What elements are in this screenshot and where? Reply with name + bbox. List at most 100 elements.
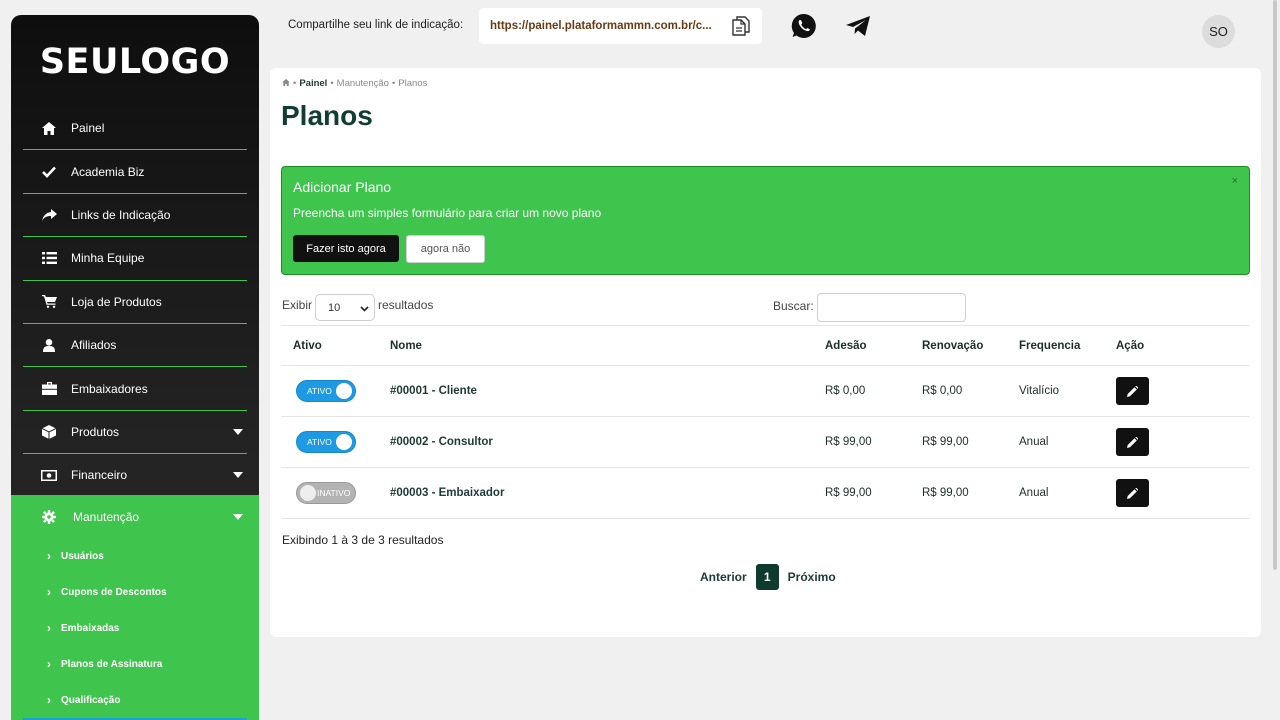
sidebar-menu: Painel Academia Biz Links de Indicação M… [11, 107, 259, 498]
table-row: INATIVO #00003 - Embaixador R$ 99,00 R$ … [281, 467, 1249, 519]
share-link-box[interactable]: https://painel.plataformammn.com.br/c... [479, 8, 762, 44]
gear-icon [41, 509, 57, 525]
user-icon [41, 337, 57, 353]
do-it-now-button[interactable]: Fazer isto agora [293, 235, 399, 262]
sidebar-subitem-label: Usuários [61, 550, 104, 562]
sidebar-item-financeiro[interactable]: Financeiro [23, 454, 247, 498]
chevron-right-icon: › [47, 657, 51, 671]
telegram-icon[interactable] [844, 12, 872, 40]
not-now-button[interactable]: agora não [406, 235, 485, 263]
page-title: Planos [281, 100, 373, 131]
plans-table: Ativo Nome Adesão Renovação Frequencia A… [281, 325, 1249, 519]
cell-renovacao: R$ 99,00 [910, 467, 1007, 519]
pagination: Anterior 1 Próximo [700, 564, 836, 590]
sidebar-item-academia-biz[interactable]: Academia Biz [23, 150, 247, 194]
toggle-label: ATIVO [307, 437, 332, 447]
share-label: Compartilhe seu link de indicação: [288, 19, 464, 31]
avatar[interactable]: SO [1202, 15, 1235, 48]
col-nome[interactable]: Nome [378, 325, 813, 366]
edit-button[interactable] [1116, 428, 1149, 456]
page-scrollbar[interactable] [1273, 0, 1277, 570]
sidebar-submenu: › Usuários › Cupons de Descontos › Embaixad… [11, 538, 259, 718]
search-label: Buscar: [773, 299, 814, 313]
sidebar-item-manutencao[interactable]: Manutenção [11, 495, 259, 538]
sidebar-subitem-qualificacao[interactable]: › Qualificação [11, 682, 259, 718]
chevron-down-icon[interactable] [233, 513, 243, 520]
breadcrumb-current: Planos [398, 78, 428, 89]
copy-icon[interactable] [732, 16, 750, 36]
sidebar-item-painel[interactable]: Painel [23, 107, 247, 151]
breadcrumb-painel[interactable]: Painel [299, 78, 327, 89]
cell-renovacao: R$ 0,00 [910, 365, 1007, 417]
sidebar-subitem-embaixadas[interactable]: › Embaixadas [11, 610, 259, 646]
toggle-knob [336, 383, 352, 399]
sidebar-item-label: Financeiro [71, 468, 128, 483]
cart-icon [41, 294, 57, 310]
list-icon [41, 250, 57, 266]
cell-renovacao: R$ 99,00 [910, 416, 1007, 468]
sidebar-subitem-label: Embaixadas [61, 622, 120, 634]
col-renovacao[interactable]: Renovação [910, 325, 1007, 366]
cell-status: ATIVO [281, 416, 378, 468]
sidebar: SEULOGO Painel Academia Biz Links de Ind… [11, 15, 259, 720]
table-info: Exibindo 1 à 3 de 3 resultados [282, 533, 444, 547]
sidebar-item-produtos[interactable]: Produtos [23, 411, 247, 455]
main-card: • Painel • Manutenção • Planos Planos Ad… [270, 68, 1261, 637]
chevron-right-icon: › [47, 585, 51, 599]
cell-adesao: R$ 99,00 [813, 416, 910, 468]
sidebar-item-loja-de-produtos[interactable]: Loja de Produtos [23, 281, 247, 324]
sidebar-subitem-planos-de-assinatura[interactable]: › Planos de Assinatura [11, 646, 259, 682]
sidebar-item-label: Manutenção [73, 509, 140, 524]
sidebar-item-label: Links de Indicação [71, 207, 171, 222]
sidebar-item-links-de-indicacao[interactable]: Links de Indicação [23, 194, 247, 238]
sidebar-item-afiliados[interactable]: Afiliados [23, 324, 247, 368]
page-number-button[interactable]: 1 [755, 564, 779, 590]
sidebar-subitem-cupons[interactable]: › Cupons de Descontos [11, 574, 259, 610]
sidebar-item-label: Produtos [71, 424, 120, 439]
toggle-label: ATIVO [307, 386, 332, 396]
page-size-select[interactable]: 10 [315, 294, 375, 321]
check-icon [41, 164, 57, 180]
status-toggle[interactable]: INATIVO [296, 482, 356, 504]
edit-button[interactable] [1116, 377, 1149, 405]
table-row: ATIVO #00002 - Consultor R$ 99,00 R$ 99,… [281, 416, 1249, 468]
breadcrumb-manutencao[interactable]: Manutenção [337, 78, 389, 89]
chevron-down-icon[interactable] [233, 472, 243, 479]
page-size-value: 10 [328, 301, 341, 314]
status-toggle[interactable]: ATIVO [296, 380, 356, 402]
breadcrumb-separator: • [330, 78, 334, 89]
col-adesao[interactable]: Adesão [813, 325, 910, 366]
pencil-icon [1127, 385, 1138, 397]
cell-name: #00003 - Embaixador [378, 467, 813, 519]
next-page-button[interactable]: Próximo [788, 570, 836, 584]
sidebar-item-embaixadores[interactable]: Embaixadores [23, 367, 247, 411]
col-frequencia[interactable]: Frequencia [1007, 325, 1104, 366]
sidebar-item-label: Minha Equipe [71, 251, 145, 266]
sidebar-subitem-label: Cupons de Descontos [61, 586, 167, 598]
whatsapp-icon[interactable] [790, 12, 818, 40]
share-icon [41, 207, 57, 223]
sidebar-subitem-usuarios[interactable]: › Usuários [11, 538, 259, 574]
sidebar-item-minha-equipe[interactable]: Minha Equipe [23, 237, 247, 281]
toggle-knob [300, 485, 316, 501]
edit-button[interactable] [1116, 479, 1149, 507]
share-link[interactable]: https://painel.plataformammn.com.br/c... [490, 20, 712, 32]
alert-text: Preencha um simples formulário para cria… [293, 206, 602, 220]
close-icon[interactable]: × [1232, 175, 1238, 187]
breadcrumb: • Painel • Manutenção • Planos [282, 78, 427, 89]
breadcrumb-separator: • [293, 78, 297, 89]
col-ativo[interactable]: Ativo [281, 325, 378, 366]
sidebar-subitem-label: Planos de Assinatura [61, 658, 163, 670]
status-toggle[interactable]: ATIVO [296, 431, 356, 453]
search-input[interactable] [817, 293, 966, 322]
toggle-label: INATIVO [317, 488, 351, 498]
cell-adesao: R$ 99,00 [813, 467, 910, 519]
prev-page-button[interactable]: Anterior [700, 570, 747, 584]
chevron-down-icon [360, 304, 369, 315]
show-label: Exibir [282, 298, 313, 312]
chevron-down-icon[interactable] [233, 428, 243, 435]
results-label: resultados [378, 298, 434, 312]
chevron-right-icon: › [47, 621, 51, 635]
sidebar-item-label: Academia Biz [71, 164, 145, 179]
home-icon[interactable] [282, 78, 290, 89]
